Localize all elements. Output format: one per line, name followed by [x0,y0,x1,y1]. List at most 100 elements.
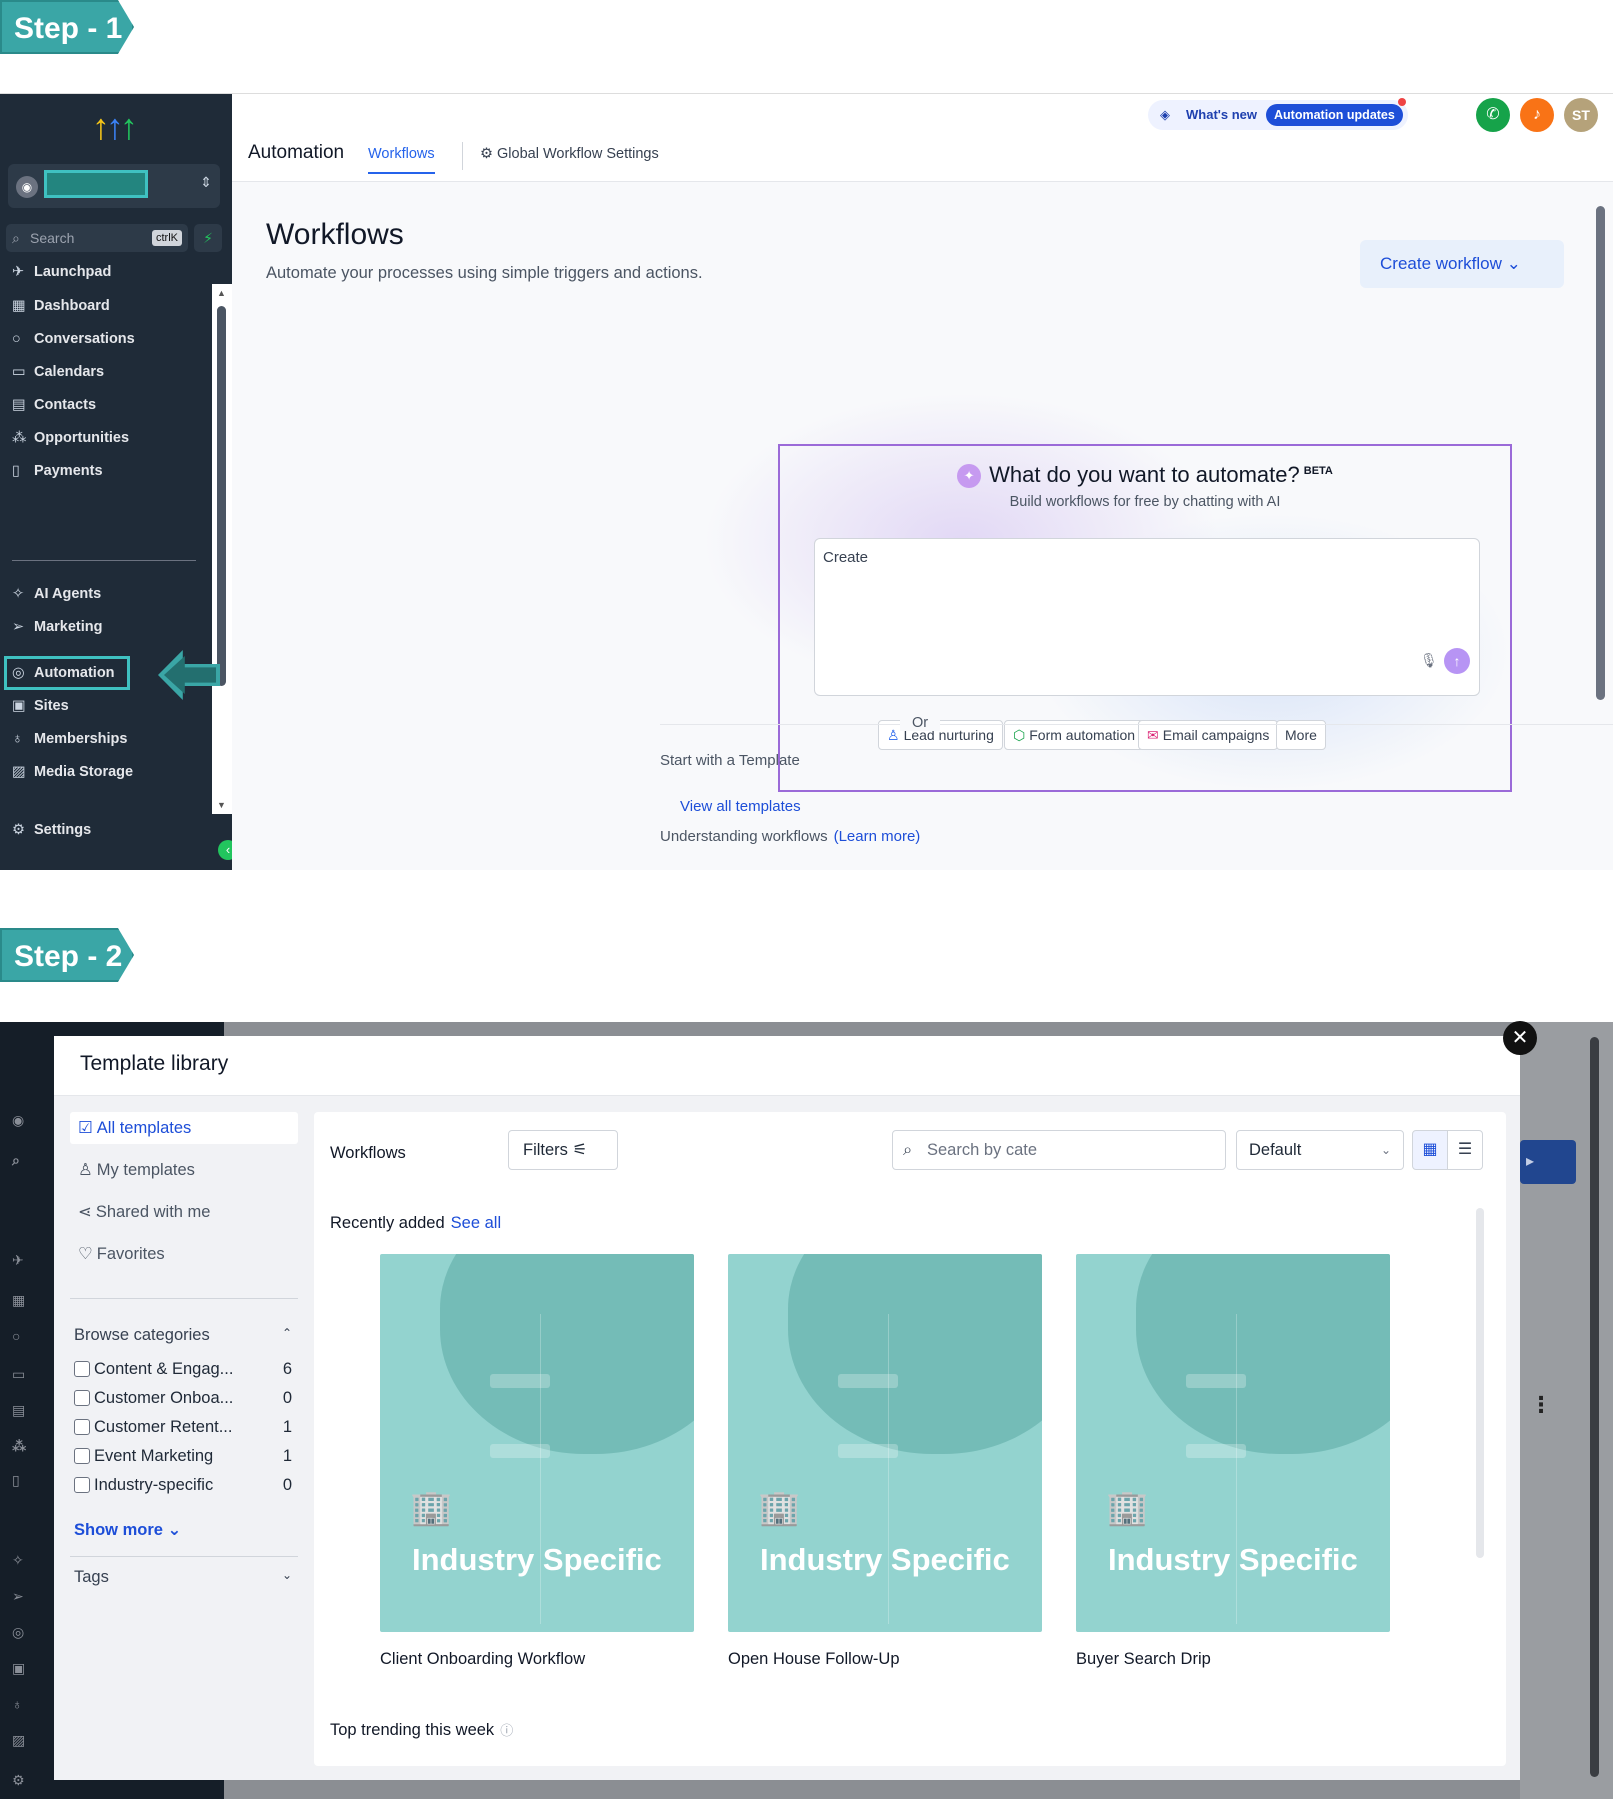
phone-icon[interactable]: ✆ [1476,98,1510,132]
quick-action-button[interactable]: ⚡ [194,224,222,252]
tab-workflows[interactable]: Workflows [368,146,435,174]
sidebar-item-marketing[interactable]: ➢ Marketing [12,615,103,639]
sidebar-item-label: Opportunities [34,430,130,446]
learn-more-link[interactable]: (Learn more) [834,828,921,845]
category-industry-specific[interactable]: Industry-specific 0 [74,1474,292,1496]
sidebar-item-contacts[interactable]: ▤ Contacts [12,393,96,417]
main-scrollbar[interactable] [1594,192,1606,860]
template-card[interactable]: 🏢 Industry Specific [380,1254,694,1632]
sidebar-item-ai-agents[interactable]: ✧ AI Agents [12,582,101,606]
scroll-up-icon[interactable]: ▲ [217,288,226,298]
card-decoration [1186,1444,1246,1458]
sidebar-search[interactable]: ⌕ Search ctrlK [6,224,188,252]
sidebar-item-dashboard[interactable]: ▦ Dashboard [12,294,110,318]
account-name-highlight [44,170,148,198]
template-card[interactable]: 🏢 Industry Specific [1076,1254,1390,1632]
checkbox[interactable] [74,1477,90,1493]
recently-added-heading: Recently added See all [330,1214,501,1233]
sidebar-item-sites[interactable]: ▣ Sites [12,694,69,718]
send-icon[interactable]: ↑ [1444,648,1470,674]
nav-label: Shared with me [95,1203,211,1221]
show-more-button[interactable]: Show more ⌄ [74,1520,181,1540]
bell-icon[interactable]: ♪ [1520,98,1554,132]
sidebar-item-media-storage[interactable]: ▨ Media Storage [12,760,133,784]
main-scroll-thumb[interactable] [1596,206,1605,700]
ai-prompt-input[interactable]: Create [814,538,1480,696]
sidebar-item-launchpad[interactable]: ✈ Launchpad [12,260,111,284]
sidebar-item-label: Memberships [34,731,128,747]
category-content-engagement[interactable]: Content & Engag... 6 [74,1358,292,1380]
gear-icon: ⚙ [480,146,498,162]
grid-icon: ▦ [1422,1141,1438,1158]
start-template-heading: Start with a Template [660,752,800,769]
sidebar-item-memberships[interactable]: ♁ Memberships [12,727,127,751]
chip-label: Email campaigns [1162,727,1270,743]
checkbox[interactable] [74,1448,90,1464]
grid-icon: ▦ [12,298,26,314]
account-switcher[interactable]: ◉ ⇕ [8,164,220,208]
bg-opportunities-icon: ⁂ [12,1438,27,1454]
nav-shared-with-me[interactable]: ⋖ Shared with me [70,1196,298,1228]
nav-my-templates[interactable]: ♙ My templates [70,1154,298,1186]
nav-all-templates[interactable]: ☑ All templates [70,1112,298,1144]
category-event-marketing[interactable]: Event Marketing 1 [74,1445,292,1467]
sidebar-divider [12,560,196,561]
building-icon: 🏢 [1106,1489,1149,1527]
filters-button[interactable]: Filters ⚟ [508,1130,618,1170]
category-customer-retention[interactable]: Customer Retent... 1 [74,1416,292,1438]
sidebar-item-payments[interactable]: ▯ Payments [12,459,103,483]
sidebar-item-label: Media Storage [34,764,134,780]
microphone-icon[interactable]: 🎙 [1420,652,1438,669]
ai-builder-card: ✦ What do you want to automate? BETA Build… [778,444,1512,792]
close-icon[interactable]: ✕ [1503,1021,1537,1055]
ai-builder-title: ✦ What do you want to automate? BETA [780,462,1510,489]
scroll-down-icon[interactable]: ▼ [217,800,226,810]
search-input[interactable]: ⌕ Search by cate [892,1130,1226,1170]
checkbox[interactable] [74,1361,90,1377]
tags-header[interactable]: Tags ⌄ [74,1568,292,1587]
checkbox[interactable] [74,1419,90,1435]
sidebar-scroll-thumb[interactable] [217,306,226,686]
sidebar-item-conversations[interactable]: ○ Conversations [12,327,135,351]
gear-icon: ⚙ [12,822,25,838]
card-name[interactable]: Client Onboarding Workflow [380,1650,585,1669]
sidebar-item-label: Conversations [34,331,135,347]
avatar[interactable]: ST [1564,98,1598,132]
card-name[interactable]: Buyer Search Drip [1076,1650,1211,1669]
chevron-down-icon: ⌄ [281,1568,292,1582]
checkbox[interactable] [74,1390,90,1406]
card-decoration [788,1254,1042,1454]
sort-select[interactable]: Default ⌄ [1236,1130,1404,1170]
sidebar-item-label: AI Agents [34,586,102,602]
sidebar-item-label: Settings [34,822,92,838]
nav-favorites[interactable]: ♡ Favorites [70,1238,298,1270]
see-all-link[interactable]: See all [451,1214,501,1232]
card-decoration [440,1254,694,1454]
browse-label: Browse categories [74,1326,210,1344]
sidebar-item-calendars[interactable]: ▭ Calendars [12,360,104,384]
panel-scrollbar[interactable] [1476,1208,1484,1558]
template-card[interactable]: 🏢 Industry Specific [728,1254,1042,1632]
page-subtitle: Automate your processes using simple tri… [266,264,703,282]
sidebar-item-settings[interactable]: ⚙ Settings [12,818,91,842]
bg-create-button: ▸ [1520,1140,1576,1184]
template-library-modal: Template library ☑ All templates ♙ My temp… [54,1036,1520,1780]
view-all-templates-link[interactable]: View all templates [680,798,801,815]
sidebar-item-label: Marketing [34,619,103,635]
whats-new-button[interactable]: ◈ What's new Automation updates [1148,98,1408,130]
list-view-button[interactable]: ☰ [1447,1130,1483,1170]
create-workflow-button[interactable]: Create workflow ⌄ [1360,240,1564,288]
sidebar-item-label: Dashboard [34,298,110,314]
automation-updates-badge[interactable]: Automation updates [1266,104,1403,126]
chevron-updown-icon: ⇕ [200,174,212,190]
browse-categories-header[interactable]: Browse categories ⌃ [74,1326,292,1345]
modal-title: Template library [80,1052,229,1075]
grid-view-button[interactable]: ▦ [1412,1130,1448,1170]
category-customer-onboarding[interactable]: Customer Onboa... 0 [74,1387,292,1409]
sidebar-item-opportunities[interactable]: ⁂ Opportunities [12,426,129,450]
tab-global-settings[interactable]: ⚙ Global Workflow Settings [480,146,659,162]
sidebar-scrollbar[interactable]: ▲ ▼ [212,284,232,814]
card-name[interactable]: Open House Follow-Up [728,1650,900,1669]
search-placeholder: Search by cate [927,1141,1038,1159]
chevron-down-icon: ⌄ [1380,1143,1391,1157]
